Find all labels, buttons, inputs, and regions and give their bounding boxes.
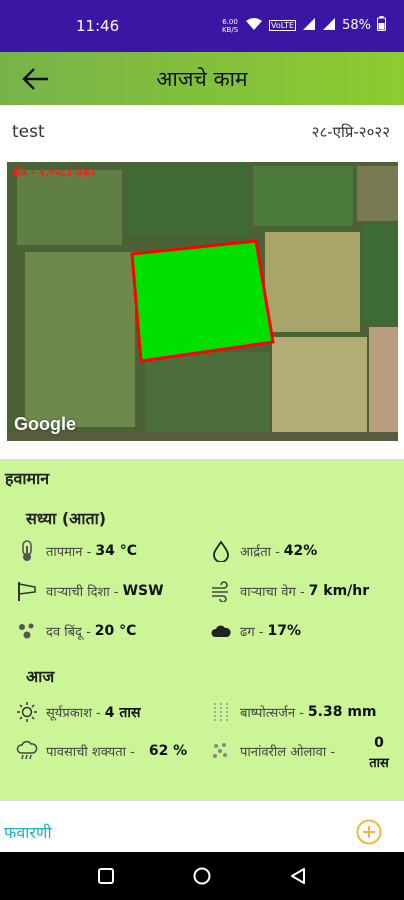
rain-chance-value: 62 %	[148, 743, 188, 759]
sun-icon	[17, 702, 37, 722]
evapotranspiration-value: 5.38 mm	[307, 704, 377, 720]
evaporation-icon	[214, 703, 228, 721]
leaf-wetness-item: पानांवरील ओलावा -	[210, 739, 335, 763]
leaf-wetness-unit: तास	[369, 756, 389, 771]
temperature-value: 34 °C	[95, 543, 137, 559]
status-bar: 11:46 6.00 KB/S VoLTE 58%	[0, 0, 404, 52]
cloud-cover-value: 17%	[267, 623, 301, 639]
add-circle-icon[interactable]	[356, 819, 382, 845]
sunshine-value: 4 तास	[104, 704, 141, 721]
windsock-icon	[18, 582, 36, 601]
wind-speed-item: वाऱ्याचा वेग - 7 km/hr	[210, 579, 369, 603]
wind-icon	[212, 581, 228, 602]
current-heading: सध्या (आता)	[26, 509, 107, 528]
leaf-wetness-label: पानांवरील ओलावा -	[240, 745, 336, 760]
dew-point-value: 20 °C	[94, 623, 137, 639]
satellite-map[interactable]: क्षेत्र - १.०५८३ एकर Google	[7, 162, 398, 441]
leaf-wetness-value-block: 0 तास	[361, 735, 397, 771]
signal-2-icon	[322, 17, 336, 35]
temperature-label: तापमान -	[46, 545, 92, 560]
thermometer-icon	[22, 540, 32, 561]
dew-point-label: दव बिंदू -	[46, 625, 91, 640]
spray-label[interactable]: फवारणी	[4, 821, 52, 843]
rain-chance-item: पावसाची शक्यता - 62 %	[16, 739, 187, 763]
rain-chance-label: पावसाची शक्यता -	[46, 745, 135, 760]
data-rate-icon: 6.00 KB/S	[221, 17, 239, 34]
signal-icon	[302, 17, 316, 35]
page-title: आजचे काम	[156, 67, 248, 91]
wind-speed-label: वाऱ्याचा वेग -	[240, 585, 305, 600]
battery-percent: 58%	[342, 18, 371, 33]
humidity-item: आर्द्रता - 42%	[210, 539, 317, 563]
dew-point-item: दव बिंदू - 20 °C	[16, 619, 136, 643]
dewpoint-icon	[19, 623, 34, 639]
leaf-wetness-icon	[213, 743, 227, 758]
recents-icon[interactable]	[96, 866, 116, 886]
status-icons: 6.00 KB/S VoLTE 58%	[221, 16, 386, 35]
evapotranspiration-label: बाष्पोत्सर्जन -	[240, 706, 304, 721]
wind-speed-value: 7 km/hr	[308, 583, 370, 599]
drop-icon	[213, 540, 229, 562]
google-logo: Google	[14, 414, 76, 434]
rain-icon	[16, 740, 38, 760]
volte-icon: VoLTE	[269, 20, 297, 31]
wind-direction-item: वाऱ्याची दिशा - WSW	[16, 579, 164, 603]
system-nav-bar	[0, 852, 404, 900]
wind-direction-label: वाऱ्याची दिशा -	[46, 585, 119, 600]
farm-date: २८-एप्रि-२०२२	[311, 123, 390, 141]
farm-name: test	[12, 122, 45, 142]
today-heading: आज	[26, 667, 55, 686]
temperature-item: तापमान - 34 °C	[16, 539, 137, 563]
humidity-value: 42%	[283, 543, 318, 559]
sunshine-item: सूर्यप्रकाश - 4 तास	[16, 700, 140, 724]
home-icon[interactable]	[192, 866, 212, 886]
spray-section-bar[interactable]: फवारणी	[0, 800, 404, 853]
wind-direction-value: WSW	[122, 583, 164, 599]
field-area-label: क्षेत्र - १.०५८३ एकर	[13, 166, 95, 179]
humidity-label: आर्द्रता -	[240, 545, 280, 560]
status-time: 11:46	[76, 17, 120, 35]
cloud-cover-label: ढग -	[240, 625, 264, 640]
battery-icon	[377, 16, 386, 35]
app-bar: आजचे काम	[0, 52, 404, 105]
back-nav-icon[interactable]	[288, 866, 308, 886]
sunshine-label: सूर्यप्रकाश -	[46, 706, 101, 721]
wifi-icon	[245, 17, 263, 35]
evapotranspiration-item: बाष्पोत्सर्जन - 5.38 mm	[210, 700, 377, 724]
cloud-cover-item: ढग - 17%	[210, 619, 301, 643]
leaf-wetness-value: 0	[374, 735, 384, 751]
field-boundary[interactable]	[130, 239, 275, 363]
weather-panel: हवामान सध्या (आता) तापमान - 34 °C आर्द्र…	[0, 459, 404, 800]
map-image	[7, 162, 398, 441]
farm-info-row: test २८-एप्रि-२०२२	[0, 105, 404, 157]
weather-heading: हवामान	[5, 469, 50, 488]
cloud-icon	[211, 625, 231, 637]
